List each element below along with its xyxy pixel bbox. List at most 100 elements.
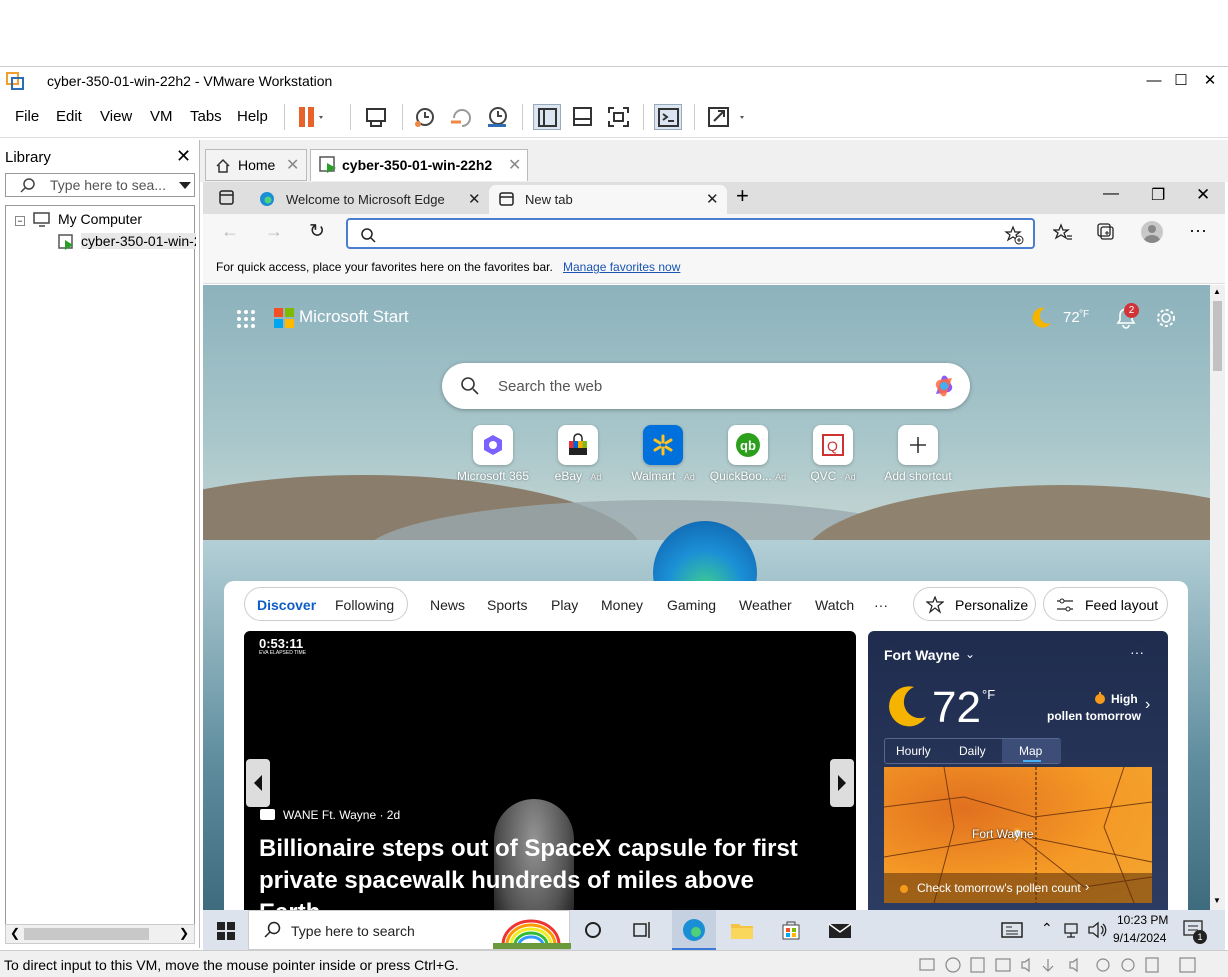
scroll-right-icon[interactable]: ❯: [179, 926, 189, 940]
pollen-count-link[interactable]: Check tomorrow's pollen count: [917, 881, 1081, 895]
refresh-icon[interactable]: ↻: [309, 220, 325, 243]
tab-hourly[interactable]: Hourly: [896, 744, 931, 758]
feed-layout-button[interactable]: Feed layout: [1043, 587, 1168, 621]
carousel-next-button[interactable]: [830, 759, 854, 807]
mail-icon[interactable]: [828, 921, 852, 939]
edge-tab-new[interactable]: New tab ✕: [489, 185, 727, 214]
tab-home[interactable]: Home ✕: [205, 149, 307, 181]
tab-actions-icon[interactable]: [219, 190, 235, 206]
snapshot-icon[interactable]: [412, 104, 440, 130]
full-screen-icon[interactable]: [605, 104, 633, 130]
volume-icon[interactable]: [1087, 921, 1107, 939]
menu-file[interactable]: File: [15, 108, 39, 125]
thumbnail-bar-icon[interactable]: [569, 104, 597, 130]
weather-card[interactable]: Fort Wayne ⌄ ··· 72 °F High pollen tomor…: [868, 631, 1168, 910]
maximize-button[interactable]: ☐: [1169, 69, 1193, 93]
snapshot-manager-icon[interactable]: [484, 104, 512, 130]
nav-weather[interactable]: Weather: [739, 597, 792, 613]
shortcut-add[interactable]: Add shortcut: [873, 425, 963, 483]
page-vertical-scrollbar[interactable]: ▲ ▼: [1210, 285, 1225, 910]
microsoft-start-brand[interactable]: Microsoft Start: [299, 307, 409, 327]
task-view-icon[interactable]: [633, 921, 653, 939]
edge-close-button[interactable]: ✕: [1196, 185, 1210, 205]
nav-more[interactable]: ···: [874, 597, 888, 613]
nav-watch[interactable]: Watch: [815, 597, 854, 613]
edge-tab-welcome[interactable]: Welcome to Microsoft Edge ✕: [248, 185, 486, 214]
tab-following[interactable]: Following: [335, 597, 394, 613]
menu-vm[interactable]: VM: [150, 108, 173, 125]
back-icon[interactable]: ←: [221, 221, 239, 242]
stretch-guest-icon[interactable]: [706, 104, 750, 130]
pollen-map[interactable]: Fort Wayne Check tomorrow's pollen count…: [884, 767, 1152, 903]
tab-home-close-icon[interactable]: ✕: [286, 155, 299, 175]
edge-restore-button[interactable]: ❐: [1151, 185, 1165, 205]
windows-start-icon[interactable]: [217, 922, 235, 940]
taskbar-search-box[interactable]: Type here to search: [248, 910, 571, 950]
edge-tab-new-close-icon[interactable]: ✕: [706, 190, 719, 208]
chevron-right-icon[interactable]: ›: [1145, 696, 1150, 714]
microsoft-store-icon[interactable]: [780, 919, 802, 941]
shortcut-microsoft-365[interactable]: Microsoft 365: [448, 425, 538, 483]
cortana-circle-icon[interactable]: [585, 922, 601, 938]
revert-snapshot-icon[interactable]: [448, 104, 476, 130]
copilot-icon[interactable]: [930, 372, 958, 400]
header-temperature[interactable]: 72: [1063, 309, 1080, 326]
menu-tabs[interactable]: Tabs: [190, 108, 222, 125]
apps-launcher-icon[interactable]: [236, 309, 256, 329]
forward-icon[interactable]: →: [265, 221, 283, 242]
tab-vm-close-icon[interactable]: ✕: [508, 155, 521, 175]
scroll-thumb[interactable]: [24, 928, 149, 940]
new-tab-plus-icon[interactable]: +: [736, 183, 749, 209]
nav-play[interactable]: Play: [551, 597, 578, 613]
nav-sports[interactable]: Sports: [487, 597, 527, 613]
scroll-thumb[interactable]: [1213, 301, 1222, 371]
shortcut-qvc[interactable]: Q QVC · Ad: [788, 425, 878, 483]
manage-favorites-link[interactable]: Manage favorites now: [563, 260, 680, 274]
article-headline[interactable]: Billionaire steps out of SpaceX capsule …: [259, 833, 819, 910]
carousel-prev-button[interactable]: [246, 759, 270, 807]
tab-vm[interactable]: cyber-350-01-win-22h2 ✕: [310, 149, 528, 181]
tab-discover[interactable]: Discover: [257, 597, 316, 613]
tab-map[interactable]: Map: [1019, 744, 1042, 758]
taskbar-edge-icon[interactable]: [672, 910, 716, 950]
hero-article-card[interactable]: 0:53:11 EVA ELAPSED TIME WANE Ft. Wayne …: [244, 631, 856, 910]
map-footer[interactable]: Check tomorrow's pollen count ›: [884, 873, 1152, 903]
edge-minimize-button[interactable]: —: [1103, 185, 1119, 203]
network-icon[interactable]: [1063, 922, 1081, 938]
clock-date[interactable]: 9/14/2024: [1113, 931, 1166, 945]
scroll-down-icon[interactable]: ▼: [1213, 896, 1221, 905]
profile-avatar-icon[interactable]: [1141, 221, 1163, 243]
library-close-icon[interactable]: ✕: [176, 146, 191, 167]
shortcut-ebay[interactable]: eBay · Ad: [533, 425, 623, 483]
show-library-icon[interactable]: [533, 104, 561, 130]
dropdown-arrow-icon[interactable]: [179, 182, 191, 190]
add-favorite-icon[interactable]: [1004, 225, 1024, 245]
clock-time[interactable]: 10:23 PM: [1117, 913, 1168, 927]
shortcut-walmart[interactable]: Walmart · Ad: [618, 425, 708, 483]
scroll-up-icon[interactable]: ▲: [1213, 287, 1221, 296]
edge-tab-welcome-close-icon[interactable]: ✕: [468, 190, 481, 208]
console-view-icon[interactable]: [654, 104, 682, 130]
weather-more-icon[interactable]: ···: [1130, 644, 1144, 660]
collections-icon[interactable]: [1097, 223, 1117, 243]
news-widget-icon[interactable]: [1001, 921, 1023, 939]
address-bar[interactable]: [346, 218, 1035, 249]
weather-location[interactable]: Fort Wayne: [884, 647, 960, 663]
library-search-input[interactable]: Type here to sea...: [5, 173, 195, 197]
chevron-down-icon[interactable]: ⌄: [965, 647, 975, 661]
menu-edit[interactable]: Edit: [56, 108, 82, 125]
tree-item-vm[interactable]: cyber-350-01-win-22h2: [81, 233, 196, 249]
library-horizontal-scrollbar[interactable]: ❮ ❯: [5, 924, 195, 944]
favorites-icon[interactable]: [1053, 223, 1073, 243]
file-explorer-icon[interactable]: [730, 920, 754, 940]
personalize-button[interactable]: Personalize: [913, 587, 1036, 621]
show-hidden-icons-icon[interactable]: ⌃: [1041, 920, 1053, 937]
send-ctrl-alt-del-icon[interactable]: [362, 104, 390, 130]
minimize-button[interactable]: —: [1142, 69, 1166, 93]
nav-news[interactable]: News: [430, 597, 465, 613]
page-settings-gear-icon[interactable]: [1155, 307, 1177, 329]
tab-daily[interactable]: Daily: [959, 744, 986, 758]
tree-item-my-computer[interactable]: My Computer: [58, 211, 142, 227]
scroll-left-icon[interactable]: ❮: [10, 926, 20, 940]
collapse-toggle-icon[interactable]: −: [15, 216, 25, 226]
